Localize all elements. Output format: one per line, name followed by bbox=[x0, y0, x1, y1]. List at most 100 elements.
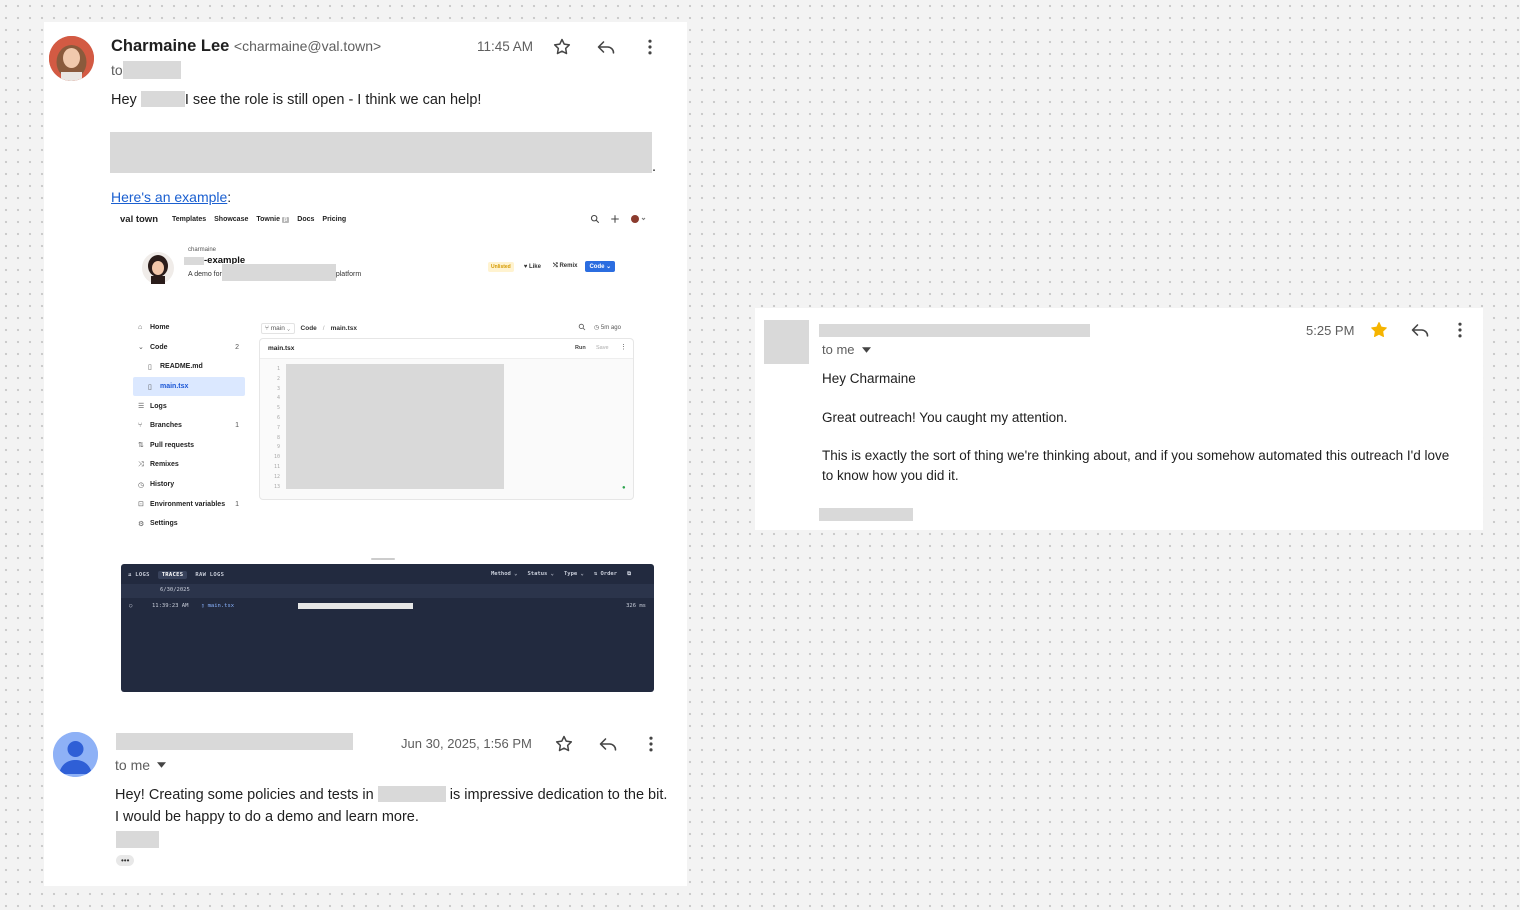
to-label: to bbox=[111, 62, 123, 78]
chevron-down-icon: ⌄ bbox=[138, 344, 144, 352]
vt-sidebar-item: ◷ History bbox=[133, 475, 245, 495]
reply-icon bbox=[1411, 324, 1429, 337]
more-options-button[interactable] bbox=[637, 34, 663, 60]
vt-raw-logs-tab: RAW LOGS bbox=[195, 572, 225, 578]
more-options-button-3[interactable] bbox=[1447, 317, 1473, 343]
vt-breadcrumb: ⑂ main ⌄ Code / main.tsx bbox=[261, 323, 357, 334]
vt-branch-select: ⑂ main ⌄ bbox=[261, 323, 295, 334]
vt-sidebar-item: ⑂ Branches 1 bbox=[133, 416, 245, 436]
vt-filter-status-label: Status bbox=[527, 571, 548, 577]
list-icon: ☰ bbox=[138, 403, 145, 411]
vt-sidebar-item: ▯ README.md bbox=[133, 357, 245, 377]
vt-line-number: 7 bbox=[276, 424, 280, 431]
star-button[interactable] bbox=[549, 34, 575, 60]
vt-line-numbers: 1 2 3 4 5 6 7 8 9 10 11 12 13 bbox=[264, 365, 280, 492]
vt-like-button: ♥ Like bbox=[523, 263, 541, 270]
redacted-name bbox=[140, 91, 185, 107]
vt-owner: charmaine bbox=[188, 247, 217, 253]
reply-button-3[interactable] bbox=[1407, 317, 1433, 343]
vt-sidebar: ⌂ Home ⌄ Code 2 ▯ README.md ▯ main.tsx ☰ Logs ⑂ Bran… bbox=[133, 318, 245, 534]
vt-crumb-file: main.tsx bbox=[330, 325, 357, 332]
vt-project-desc: A demo for platform bbox=[188, 264, 361, 281]
vt-editor-header: main.tsx Run Save ⋮ bbox=[260, 339, 633, 359]
vt-filter-type: Type ⌄ bbox=[564, 571, 584, 577]
vt-sidebar-label: Remixes bbox=[150, 461, 179, 469]
show-trimmed-button[interactable]: ••• bbox=[116, 855, 135, 866]
vt-sidebar-item: ⤨ Remixes bbox=[133, 455, 245, 475]
vt-run-button: Run bbox=[575, 345, 586, 351]
vt-nav-townie: Townie β bbox=[256, 216, 290, 223]
sender-email: <charmaine@val.town> bbox=[233, 38, 382, 54]
vt-status-badge: Unlisted bbox=[488, 261, 514, 272]
vt-sidebar-label: History bbox=[150, 481, 175, 489]
vt-sidebar-item: ⚙ Settings bbox=[133, 514, 245, 534]
sender-name-text: Charmaine Lee bbox=[111, 37, 230, 55]
pull-request-icon: ⇅ bbox=[138, 442, 144, 450]
sender-avatar[interactable] bbox=[49, 36, 94, 81]
vt-editor-meta: ◷ 5m ago bbox=[578, 323, 621, 331]
vt-sidebar-label: main.tsx bbox=[160, 383, 189, 391]
email2-line1-suffix: is impressive dedication to the bit. bbox=[449, 787, 668, 803]
vt-sidebar-label: Logs bbox=[150, 402, 167, 410]
vt-logs-date: 6/30/2025 bbox=[160, 587, 190, 593]
email-greeting: Hey I see the role is still open - I thi… bbox=[111, 90, 481, 111]
redacted-paragraph bbox=[110, 132, 652, 173]
vt-updated: ◷ 5m ago bbox=[594, 324, 621, 331]
lock-icon: ⊡ bbox=[138, 501, 144, 509]
vt-sidebar-count: 2 bbox=[235, 343, 239, 351]
example-link[interactable]: Here's an example bbox=[111, 189, 227, 205]
vt-line-number: 6 bbox=[276, 414, 280, 421]
more-options-button-2[interactable] bbox=[638, 731, 664, 757]
vt-branch-label: main bbox=[270, 325, 285, 332]
reply-button[interactable] bbox=[593, 34, 619, 60]
vt-logs-tabs: ⇊ LOGS TRACES RAW LOGS bbox=[128, 571, 224, 579]
vt-line-number: 1 bbox=[276, 366, 280, 372]
star-filled-icon bbox=[1371, 322, 1387, 337]
vt-beta-badge: β bbox=[281, 217, 290, 223]
vt-sidebar-item: ⊡ Environment variables 1 bbox=[133, 494, 245, 514]
star-icon bbox=[555, 735, 573, 752]
vt-editor-more-icon: ⋮ bbox=[620, 344, 627, 351]
vt-sidebar-label: Environment variables bbox=[150, 500, 226, 508]
reply-icon bbox=[599, 738, 617, 751]
vt-filter-order: ⇅ Order bbox=[593, 571, 618, 577]
recipient-dropdown-3[interactable]: to me bbox=[822, 342, 871, 357]
vt-search-icon bbox=[578, 323, 586, 331]
vt-sidebar-item: ⌂ Home bbox=[133, 318, 245, 338]
vt-filter-type-label: Type bbox=[564, 571, 578, 577]
reply-button-2[interactable] bbox=[595, 731, 621, 757]
caret-down-icon bbox=[157, 762, 167, 768]
vt-sidebar-count: 1 bbox=[235, 500, 239, 508]
redacted-desc bbox=[221, 264, 336, 281]
vt-nav-actions bbox=[590, 214, 646, 224]
more-vert-icon bbox=[1458, 322, 1462, 338]
reply-icon bbox=[597, 41, 615, 54]
vt-logs-tab: ⇊ LOGS bbox=[128, 572, 150, 578]
email-card-right: 5:25 PM to me Hey Charmaine Great outrea… bbox=[755, 308, 1483, 530]
redacted-term bbox=[377, 786, 446, 802]
sender-name[interactable]: Charmaine Lee <charmaine@val.town> bbox=[111, 37, 381, 56]
default-avatar[interactable] bbox=[53, 732, 98, 777]
vt-nav-townie-label: Townie bbox=[256, 216, 280, 223]
vt-remix-button: ⤭ Remix bbox=[552, 263, 578, 269]
vt-log-row: ○ 11:39:23 AM ▯ main.tsx 326 ms bbox=[121, 600, 654, 614]
vt-nav-showcase: Showcase bbox=[214, 216, 249, 223]
redacted-avatar bbox=[764, 320, 809, 364]
vt-line-number: 13 bbox=[273, 483, 280, 490]
vt-desc-prefix: A demo for bbox=[188, 271, 222, 278]
vt-updated-label: 5m ago bbox=[600, 324, 621, 331]
vt-code-label: Code bbox=[589, 264, 605, 270]
redacted-log-text bbox=[298, 603, 413, 609]
vt-line-number: 11 bbox=[273, 463, 280, 470]
email3-para1: Great outreach! You caught my attention. bbox=[822, 410, 1068, 425]
star-button-2[interactable] bbox=[551, 731, 577, 757]
recipient-dropdown-2[interactable]: to me bbox=[115, 757, 167, 773]
vt-traces-tab: TRACES bbox=[157, 571, 188, 579]
vt-sidebar-label: Pull requests bbox=[150, 441, 194, 449]
star-button-3[interactable] bbox=[1366, 317, 1392, 343]
embedded-screenshot: val town Templates Showcase Townie β Doc… bbox=[116, 210, 656, 692]
vt-sidebar-count: 1 bbox=[235, 422, 239, 430]
example-line: Here's an example: bbox=[111, 187, 231, 208]
vt-filter-order-label: Order bbox=[600, 571, 618, 577]
redacted-sender bbox=[116, 733, 353, 750]
